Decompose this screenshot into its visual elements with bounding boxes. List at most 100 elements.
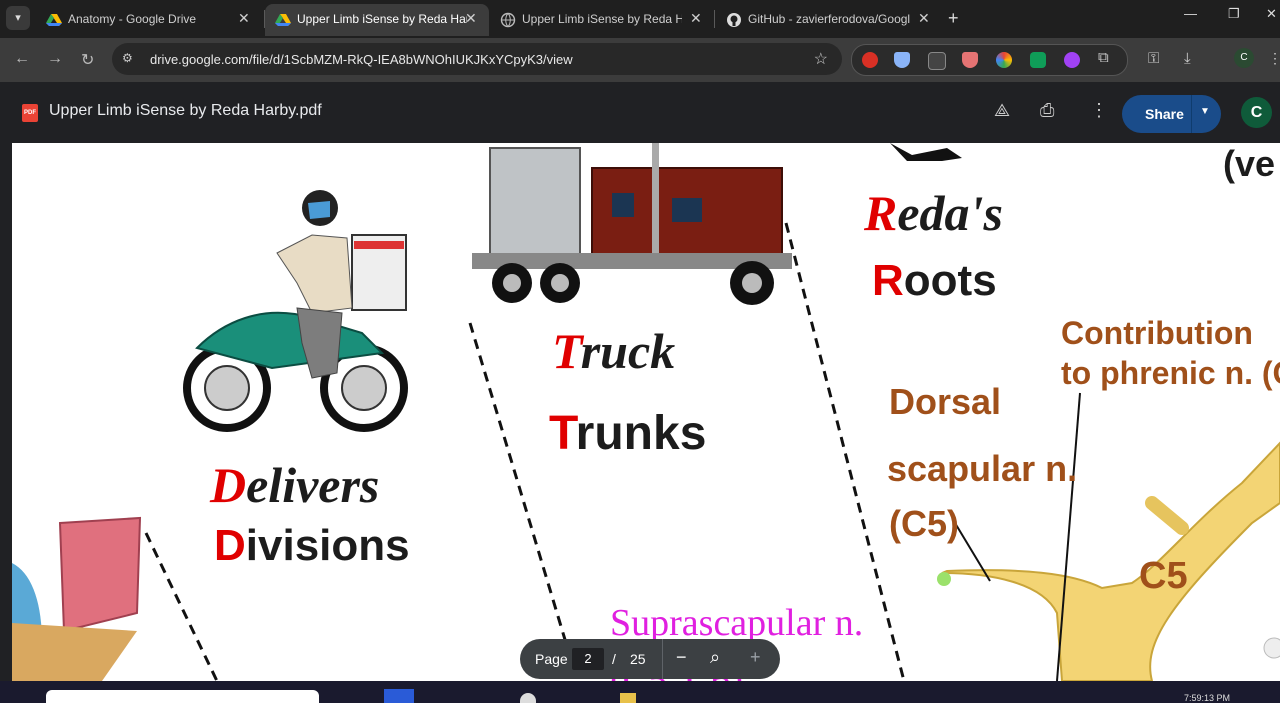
password-key-icon[interactable]: ⚿ [1148,50,1159,67]
contribution-line-1: Contribution [1061,315,1253,351]
divisions-initial: D [214,521,246,570]
taskbar-clock: 7:59:13 PM [1184,693,1231,703]
tab-strip: ▾ Anatomy - Google Drive ✕ Upper Limb iS… [0,0,1280,38]
roots-rest: oots [903,256,997,305]
dashed-divider-line [144,532,219,681]
share-button[interactable]: Share ▼ [1122,95,1221,133]
address-bar[interactable]: ⚙ drive.google.com/file/d/1ScbMZM-RkQ-IE… [112,43,842,75]
close-window-icon[interactable]: ✕ [1266,6,1277,22]
google-drive-icon [46,14,62,26]
nerve-label-scapular: scapular n. [887,448,1078,489]
page-total: 25 [630,651,646,667]
brachial-plexus-illustration [937,392,1280,681]
roots-initial: R [872,256,904,305]
puzzle-extensions-icon[interactable]: ⧉ [1098,49,1109,66]
page-label: Page [535,651,568,667]
url-text: drive.google.com/file/d/1ScbMZM-RkQ-IEA8… [150,52,573,67]
slide-heading-delivers: Delivers [210,457,379,513]
page-separator: / [612,651,616,667]
tab-divider [714,10,715,28]
profile-avatar[interactable]: C [1234,48,1254,68]
tab-title: Upper Limb iSense by Reda Har [522,12,682,26]
contribution-line-2: to phrenic n. (C [1061,355,1280,391]
extension-icon[interactable] [928,52,946,70]
minimize-icon[interactable]: — [1184,6,1197,21]
print-icon[interactable]: ⎙ [1040,100,1054,121]
browser-toolbar: ← → ↻ ⚙ drive.google.com/file/d/1ScbMZM-… [0,38,1280,82]
truck-rest: ruck [580,323,676,379]
trunks-initial: T [549,407,576,460]
account-avatar[interactable]: C [1241,97,1272,128]
close-tab-icon[interactable]: ✕ [465,10,477,27]
tab-anatomy-drive[interactable]: Anatomy - Google Drive ✕ [36,4,262,36]
globe-icon [500,12,516,28]
drive-viewer-header: PDF Upper Limb iSense by Reda Harby.pdf … [0,82,1280,142]
forward-arrow-icon[interactable]: → [47,50,63,68]
reda-initial: R [864,185,898,241]
taskbar-app-icon[interactable] [384,689,414,703]
slide-heading-trunks: Trunks [549,407,706,461]
laptop-person-illustration [12,516,142,681]
nerve-label-contribution: Contribution to phrenic n. (C [1061,313,1280,393]
delivers-initial: D [210,457,247,513]
delivers-rest: elivers [246,457,380,513]
github-icon [727,13,741,27]
extension-icon[interactable] [962,52,978,68]
add-shortcut-icon[interactable]: ⟁ [994,100,1010,121]
restore-icon[interactable]: ❐ [1228,6,1240,22]
site-info-icon[interactable]: ⚙ [122,51,133,65]
share-label: Share [1145,106,1184,122]
slide-heading-redas: Reda's [864,185,1003,241]
tab-github[interactable]: GitHub - zavierferodova/Googl ✕ [716,4,942,36]
extensions-area: ⧉ [851,44,1128,76]
color-extension-icon[interactable] [996,52,1012,68]
trunks-rest: runks [575,407,707,460]
close-tab-icon[interactable]: ✕ [918,10,930,27]
browser-menu-icon[interactable]: ⋮ [1268,50,1280,67]
nerve-label-c5-paren: (C5) [889,503,959,544]
extension-icon[interactable] [1030,52,1046,68]
zoom-magnifier-icon[interactable]: ⌕ [710,647,720,668]
nerve-label-c5: C5 [1139,555,1188,597]
tab-upper-limb-active[interactable]: Upper Limb iSense by Reda Har ✕ [265,4,489,36]
chevron-down-icon[interactable]: ▼ [1200,106,1210,117]
zoom-out-icon[interactable]: − [676,647,687,668]
divisions-rest: ivisions [245,521,410,570]
slide-heading-divisions: Divisions [214,520,410,572]
slide-heading-truck: Truck [552,323,675,379]
slide-text-ve-fragment: (ve [1223,143,1276,184]
pill-divider [662,639,663,679]
slide-heading-roots: Roots [872,255,997,307]
tab-title: Anatomy - Google Drive [68,12,197,26]
truck-illustration [472,143,792,305]
pdf-page: (ve Reda's Roots Truck Trunks Delivers D… [12,143,1280,681]
close-tab-icon[interactable]: ✕ [690,10,702,27]
extension-icon[interactable] [862,52,878,68]
truck-initial: T [552,323,581,379]
tab-title: Upper Limb iSense by Reda Har [297,12,467,26]
zoom-in-icon[interactable]: + [750,647,761,668]
nerve-label-dorsal: Dorsal [889,381,1002,422]
pdf-file-icon: PDF [22,104,38,122]
page-number-input[interactable]: 2 [572,648,604,670]
taskbar-app-icon[interactable] [620,693,636,703]
shield-extension-icon[interactable] [894,52,910,68]
taskbar-search-box[interactable] [46,690,319,703]
back-arrow-icon[interactable]: ← [14,50,30,68]
more-actions-icon[interactable]: ⋮ [1090,100,1108,121]
figure-feet-illustration [890,143,962,161]
bookmark-star-icon[interactable]: ☆ [814,49,828,69]
tab-search-menu-button[interactable]: ▾ [6,6,30,30]
share-divider [1191,95,1192,133]
page-navigation-pill: Page 2 / 25 − ⌕ + [520,639,780,679]
google-drive-icon [275,14,291,26]
extension-icon[interactable] [1064,52,1080,68]
taskbar-app-icon[interactable] [520,693,536,703]
reload-icon[interactable]: ↻ [81,50,94,70]
file-name: Upper Limb iSense by Reda Harby.pdf [49,102,322,119]
close-tab-icon[interactable]: ✕ [238,10,250,27]
new-tab-button[interactable]: + [948,6,968,30]
tab-upper-limb-2[interactable]: Upper Limb iSense by Reda Har ✕ [490,4,712,36]
tab-title: GitHub - zavierferodova/Googl [748,12,911,26]
download-icon[interactable]: ⤓ [1184,50,1191,67]
